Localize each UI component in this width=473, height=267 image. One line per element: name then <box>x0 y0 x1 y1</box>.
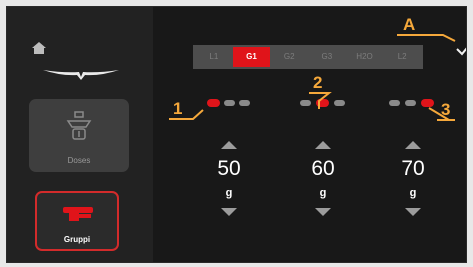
callout-3: 3 <box>441 100 451 119</box>
callout-2: 2 <box>313 73 323 92</box>
screen: Doses Gruppi L1 G1 G2 G3 H2O L2 50 g 60 … <box>6 6 467 263</box>
callout-lines <box>169 34 456 121</box>
callout-1: 1 <box>173 99 183 118</box>
callout-a: A <box>403 15 416 34</box>
